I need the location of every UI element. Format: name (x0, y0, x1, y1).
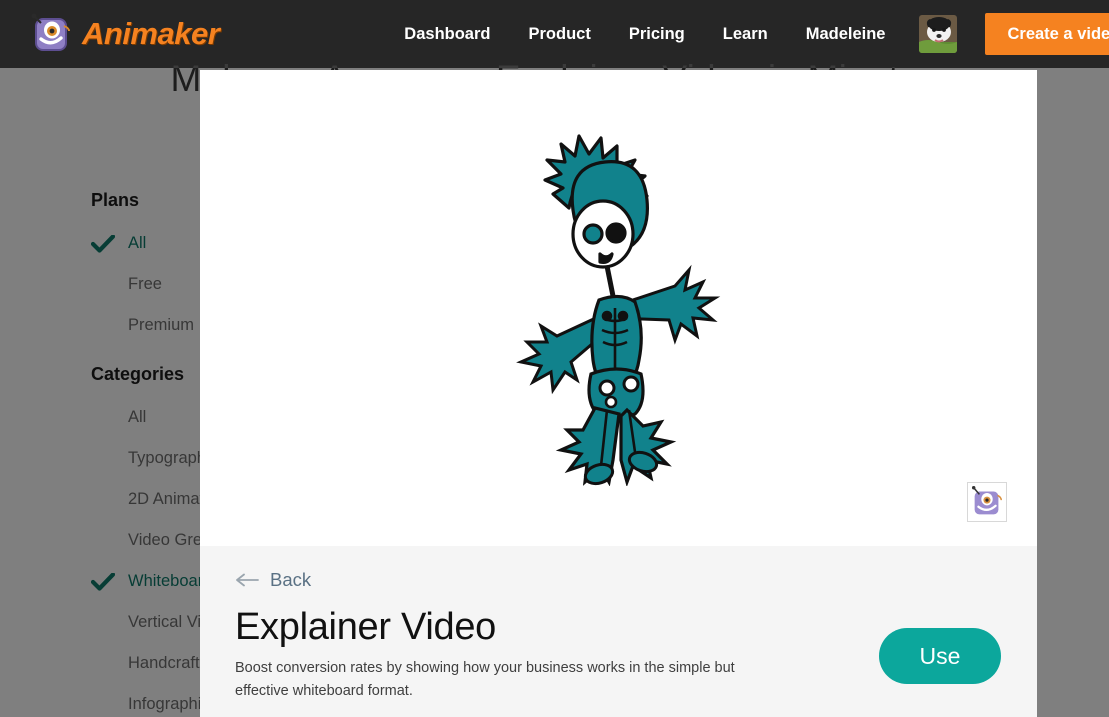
template-description: Boost conversion rates by showing how yo… (235, 659, 735, 699)
nav-item-pricing[interactable]: Pricing (629, 25, 685, 44)
nav-item-account-name[interactable]: Madeleine (806, 25, 886, 44)
whiteboard-skeleton-character-icon (503, 130, 735, 488)
template-info-panel: Back Explainer Video Boost conversion ra… (200, 546, 1037, 717)
main-nav: Dashboard Product Pricing Learn Madelein… (404, 25, 885, 44)
arrow-left-icon (235, 573, 259, 587)
brand-logo[interactable]: Animaker (28, 11, 220, 57)
use-button[interactable]: Use (879, 628, 1001, 684)
nav-item-learn[interactable]: Learn (723, 25, 768, 44)
template-detail-modal: Back Explainer Video Boost conversion ra… (200, 70, 1037, 717)
avatar[interactable] (919, 15, 958, 53)
app-root: Animaker Dashboard Product Pricing Learn… (0, 0, 1109, 717)
animaker-robot-watermark-icon (967, 482, 1007, 522)
brand-wordmark: Animaker (82, 16, 220, 51)
nav-item-product[interactable]: Product (528, 25, 590, 44)
create-a-video-button[interactable]: Create a video (985, 13, 1109, 55)
back-button[interactable]: Back (235, 569, 311, 591)
back-label: Back (270, 569, 312, 590)
video-preview-stage[interactable] (200, 70, 1037, 546)
animaker-robot-icon (28, 11, 74, 57)
nav-item-dashboard[interactable]: Dashboard (404, 25, 490, 44)
